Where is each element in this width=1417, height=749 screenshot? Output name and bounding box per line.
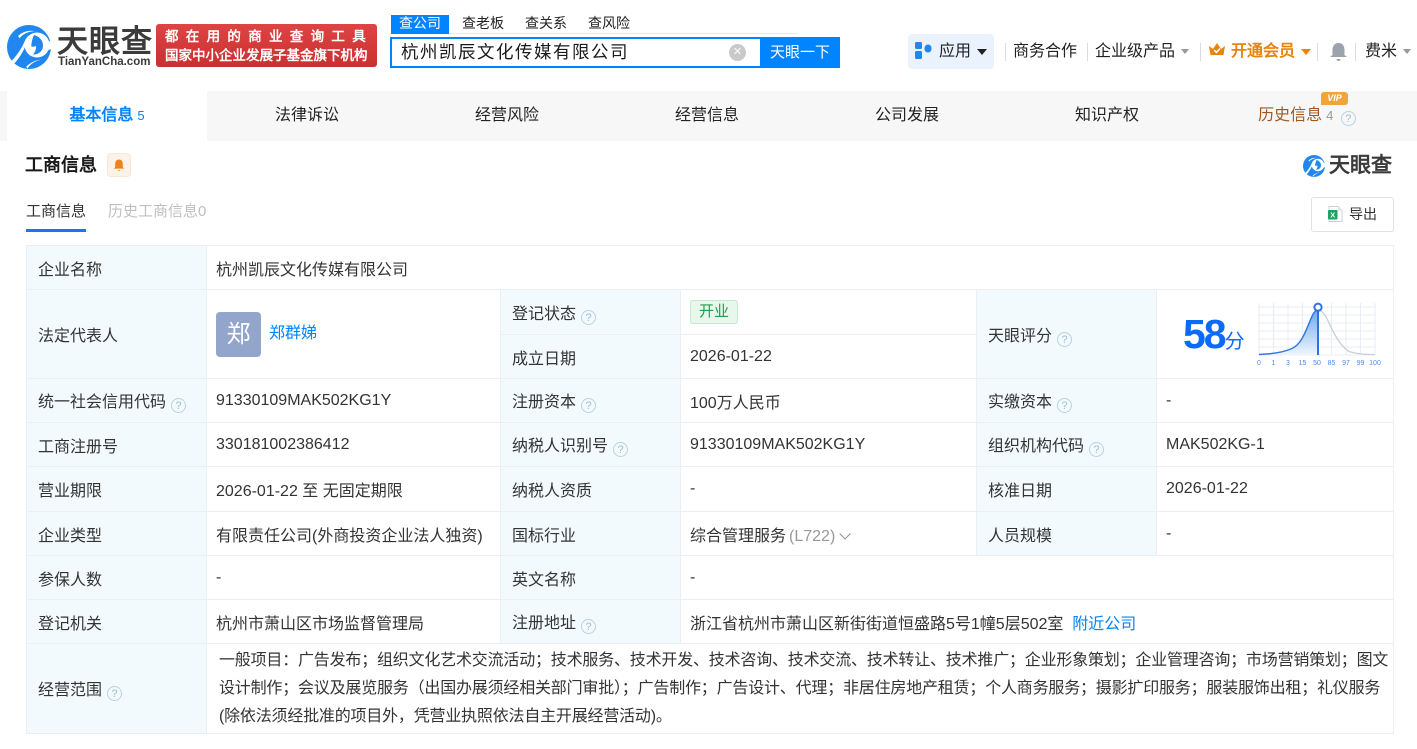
svg-text:X: X: [1330, 210, 1335, 219]
svg-text:97: 97: [1342, 360, 1350, 367]
svg-text:85: 85: [1327, 360, 1335, 367]
svg-text:15: 15: [1298, 360, 1306, 367]
svg-text:100: 100: [1369, 360, 1381, 367]
svg-text:99: 99: [1356, 360, 1364, 367]
svg-text:0: 0: [1257, 360, 1261, 367]
svg-text:1: 1: [1271, 360, 1275, 367]
svg-text:3: 3: [1286, 360, 1290, 367]
svg-text:50: 50: [1313, 360, 1321, 367]
